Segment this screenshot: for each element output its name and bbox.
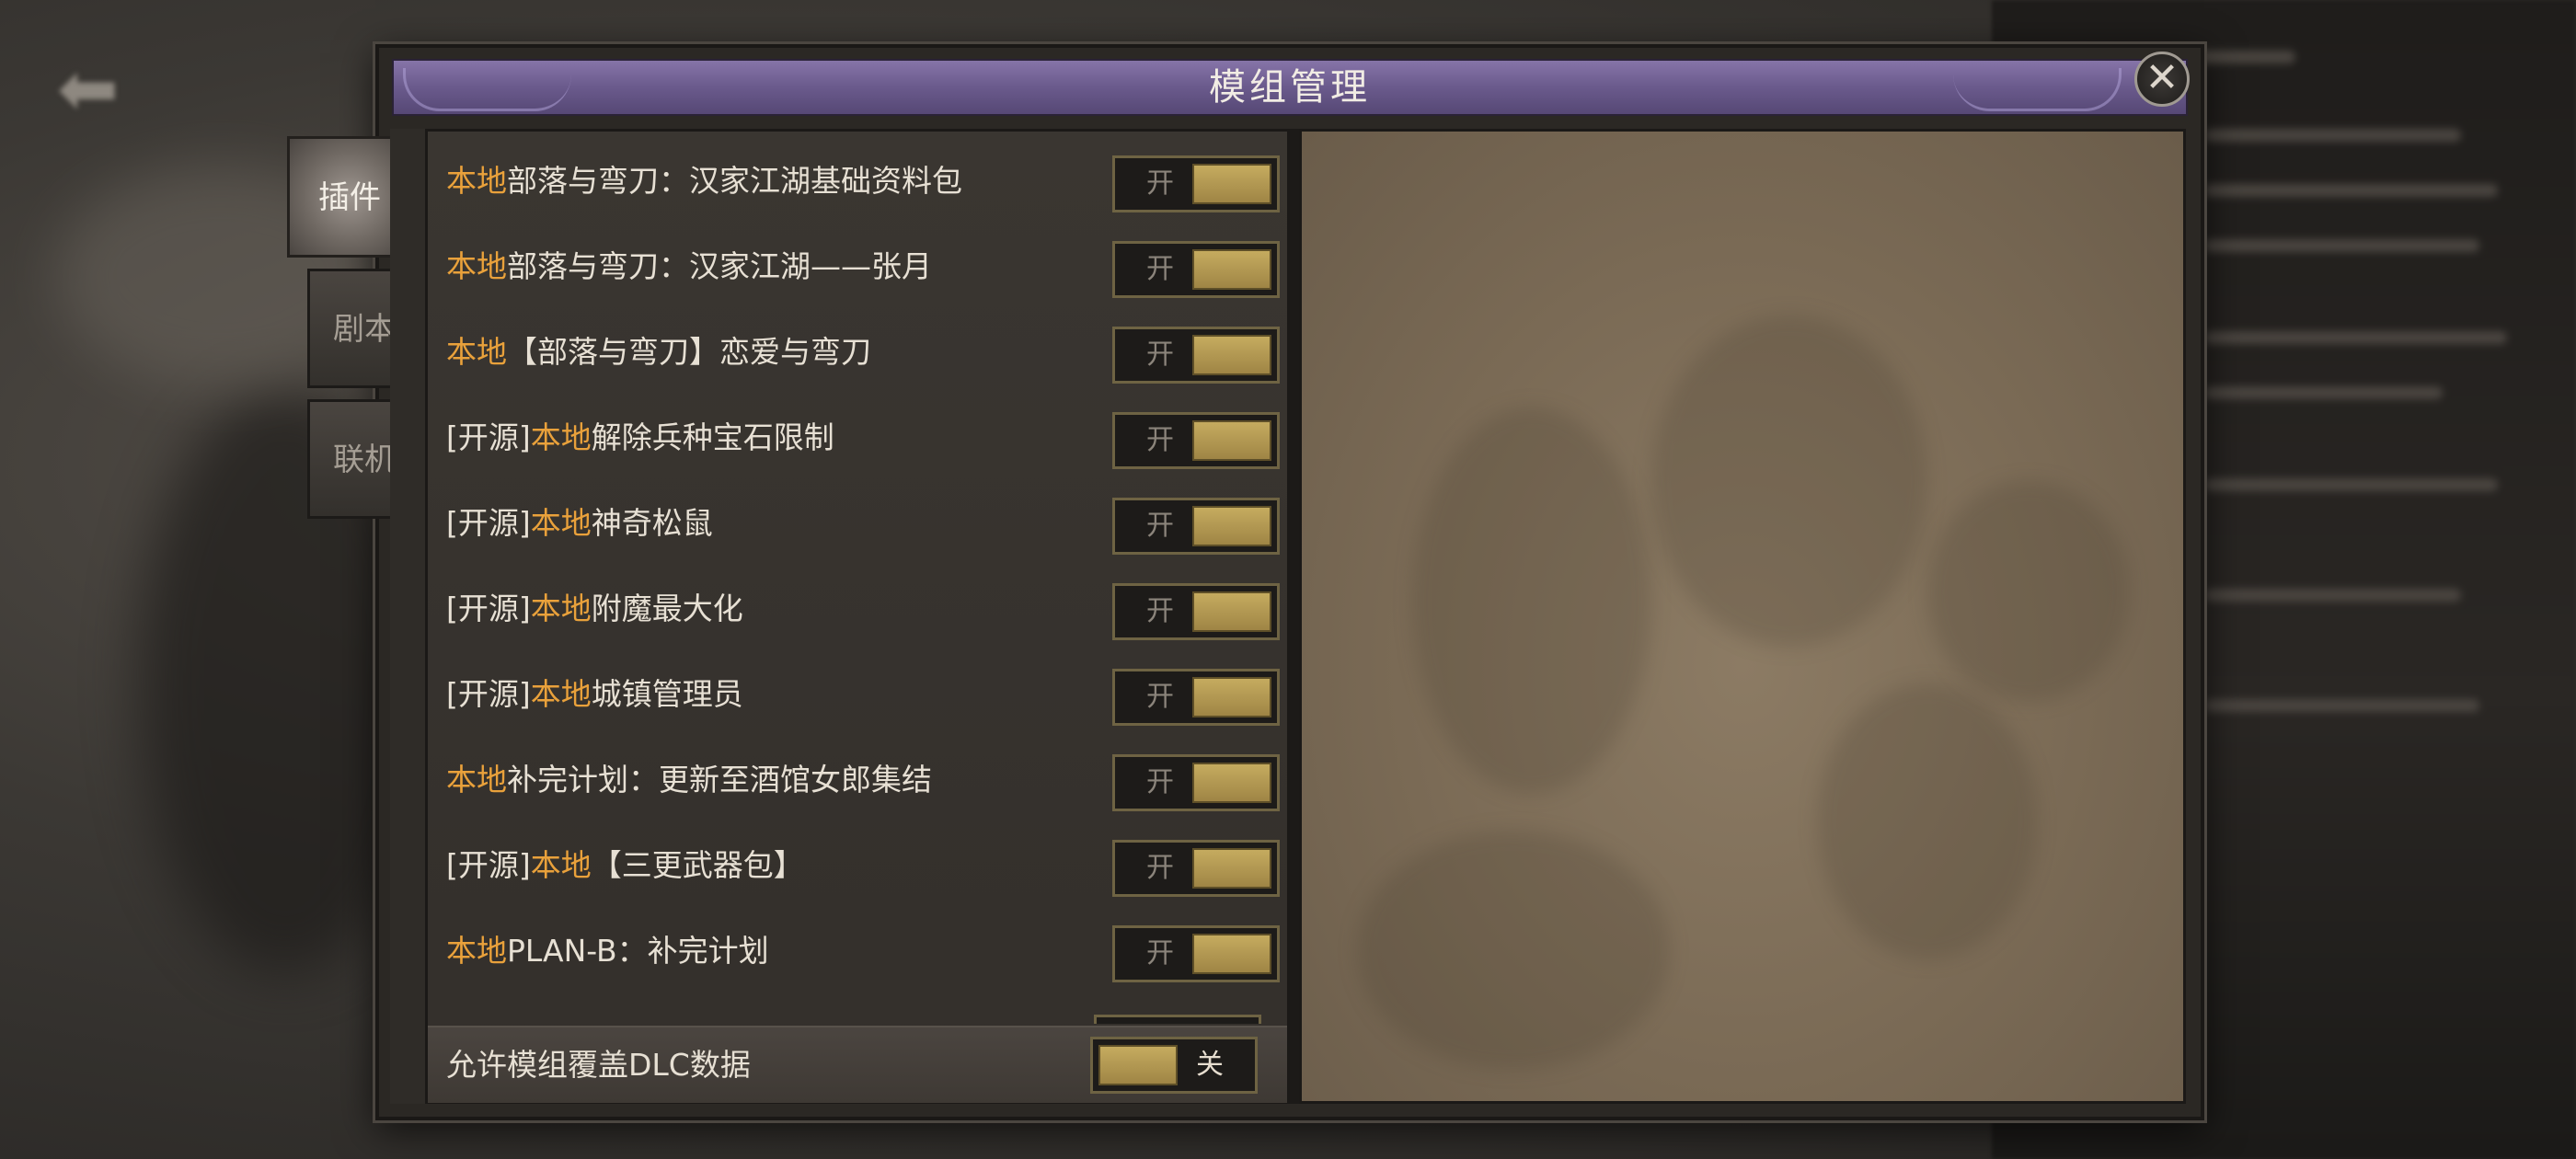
mod-row: 本地部落与弯刀：汉家江湖基础资料包 开 [446, 144, 1280, 218]
mod-toggle-partial[interactable] [1094, 1015, 1261, 1024]
close-button[interactable]: ✕ [2134, 52, 2190, 107]
toggle-knob [1192, 164, 1271, 204]
dialog-titlebar: 模组管理 [392, 59, 2188, 116]
mod-list-panel: 本地部落与弯刀：汉家江湖基础资料包 开 本地部落与弯刀：汉家江湖——张月 开 本… [425, 129, 1290, 1104]
local-tag: 本地 [446, 163, 507, 199]
mod-row: 本地部落与弯刀：汉家江湖——张月 开 [446, 230, 1280, 304]
mod-name: 本地PLAN-B：补完计划 [446, 933, 769, 969]
mod-toggle[interactable]: 开 [1112, 498, 1280, 555]
mod-toggle[interactable]: 开 [1112, 754, 1280, 811]
mod-name: [开源]本地解除兵种宝石限制 [446, 419, 834, 455]
mod-list[interactable]: 本地部落与弯刀：汉家江湖基础资料包 开 本地部落与弯刀：汉家江湖——张月 开 本… [428, 132, 1287, 1024]
toggle-knob [1192, 506, 1271, 546]
toggle-knob [1192, 677, 1271, 717]
list-left-strip [390, 129, 427, 1104]
local-tag: 本地 [446, 762, 507, 798]
local-tag: 本地 [446, 248, 507, 284]
local-tag: 本地 [446, 933, 507, 969]
local-tag: 本地 [530, 847, 592, 883]
dialog-title: 模组管理 [1209, 66, 1371, 109]
tab-label: 剧本 [333, 311, 396, 348]
mod-name: 本地【部落与弯刀】恋爱与弯刀 [446, 334, 871, 370]
back-arrow-icon[interactable]: ⬅ [57, 52, 158, 126]
mod-toggle[interactable]: 开 [1112, 840, 1280, 897]
local-tag: 本地 [530, 505, 592, 541]
mod-name: 本地部落与弯刀：汉家江湖——张月 [446, 248, 932, 284]
mod-row: 本地补完计划：更新至酒馆女郎集结 开 [446, 743, 1280, 817]
mod-row: [开源]本地神奇松鼠 开 [446, 487, 1280, 560]
mod-toggle[interactable]: 开 [1112, 583, 1280, 640]
mod-row: 本地PLAN-B：补完计划 开 [446, 914, 1280, 988]
mod-row: 本地【部落与弯刀】恋爱与弯刀 开 [446, 316, 1280, 389]
dlc-override-toggle[interactable]: 关 [1090, 1037, 1258, 1094]
local-tag: 本地 [446, 334, 507, 370]
mod-toggle[interactable]: 开 [1112, 327, 1280, 384]
toggle-knob [1192, 591, 1271, 632]
mod-toggle[interactable]: 开 [1112, 155, 1280, 212]
mod-toggle[interactable]: 开 [1112, 412, 1280, 469]
toggle-knob [1192, 763, 1271, 803]
close-icon: ✕ [2145, 54, 2179, 101]
mod-name: [开源]本地神奇松鼠 [446, 505, 713, 541]
mod-toggle[interactable]: 开 [1112, 925, 1280, 982]
toggle-knob [1192, 934, 1271, 974]
local-tag: 本地 [530, 676, 592, 712]
mod-row: [开源]本地城镇管理员 开 [446, 658, 1280, 731]
mod-toggle[interactable]: 开 [1112, 241, 1280, 298]
dlc-override-label: 允许模组覆盖DLC数据 [446, 1047, 751, 1083]
toggle-knob [1192, 848, 1271, 889]
mod-name: 本地部落与弯刀：汉家江湖基础资料包 [446, 163, 962, 199]
toggle-knob [1192, 249, 1271, 290]
mod-name: [开源]本地城镇管理员 [446, 676, 743, 712]
panel-divider [1290, 129, 1299, 1104]
local-tag: 本地 [530, 419, 592, 455]
mod-preview-image [1299, 129, 2186, 1104]
dlc-override-row: 允许模组覆盖DLC数据 关 [428, 1026, 1287, 1103]
tab-label: 联机 [333, 442, 396, 478]
mod-name: 本地补完计划：更新至酒馆女郎集结 [446, 762, 932, 798]
mod-toggle[interactable]: 开 [1112, 669, 1280, 726]
toggle-knob [1098, 1045, 1178, 1085]
toggle-knob [1192, 420, 1271, 461]
local-tag: 本地 [530, 591, 592, 626]
mod-row: [开源]本地附魔最大化 开 [446, 572, 1280, 646]
mod-row: [开源]本地【三更武器包】 开 [446, 829, 1280, 902]
mod-name: [开源]本地【三更武器包】 [446, 847, 804, 883]
mod-row: [开源]本地解除兵种宝石限制 开 [446, 401, 1280, 475]
mod-name: [开源]本地附魔最大化 [446, 591, 743, 626]
tab-label: 插件 [318, 179, 381, 216]
toggle-knob [1192, 335, 1271, 375]
